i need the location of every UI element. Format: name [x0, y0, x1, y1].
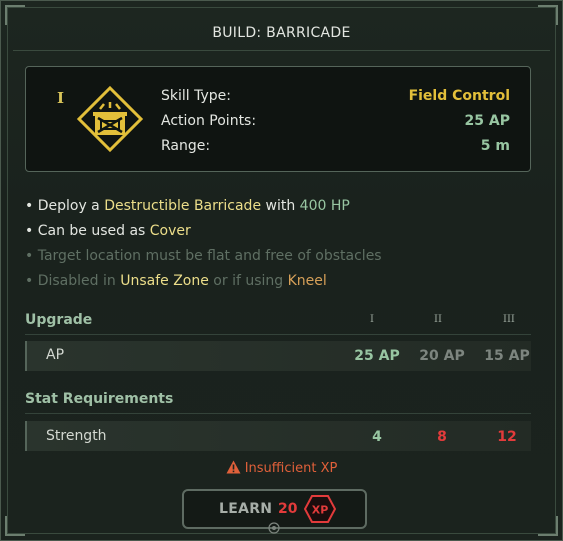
upgrade-heading: Upgrade [25, 312, 93, 328]
xp-badge-text: XP [312, 504, 329, 517]
level-1-header: I [370, 314, 374, 325]
strength-level-2-value: 8 [437, 429, 447, 445]
frame-corner [5, 5, 25, 25]
scroll-indicator-icon [268, 522, 280, 534]
strength-level-3-value: 12 [497, 429, 517, 445]
skill-tooltip-panel: BUILD: BARRICADE I Skill Type: Field Con… [0, 0, 563, 541]
xp-icon: XP [304, 495, 336, 523]
action-points-value: 25 AP [464, 113, 510, 129]
skill-type-label: Skill Type: [161, 88, 231, 104]
description-line: • Can be used as Cover [25, 223, 191, 239]
title-divider [13, 50, 550, 51]
learn-xp-cost: 20 [278, 501, 298, 517]
insufficient-xp-warning: Insufficient XP [1, 460, 562, 476]
frame-corner [5, 516, 25, 536]
warning-text: Insufficient XP [244, 461, 338, 476]
frame-corner [538, 5, 558, 25]
ap-level-1-value: 25 AP [354, 348, 400, 364]
level-3-header: III [503, 314, 515, 325]
ap-row-label: AP [46, 347, 65, 363]
barricade-icon [76, 85, 144, 153]
panel-title: BUILD: BARRICADE [212, 25, 351, 41]
description-line: • Deploy a Destructible Barricade with 4… [25, 198, 350, 214]
keyword-barricade: Destructible Barricade [104, 198, 262, 214]
strength-row-label: Strength [46, 428, 107, 444]
keyword-hp: 400 HP [299, 198, 350, 214]
stat-requirements-heading: Stat Requirements [25, 391, 174, 407]
frame-corner [538, 516, 558, 536]
description-line-disabled: • Disabled in Unsafe Zone or if using Kn… [25, 273, 327, 289]
level-2-header: II [434, 314, 442, 325]
skill-rank: I [57, 89, 65, 107]
keyword-kneel: Kneel [287, 273, 327, 289]
ap-level-3-value: 15 AP [484, 348, 530, 364]
keyword-cover: Cover [149, 223, 191, 239]
range-value: 5 m [480, 138, 510, 154]
warning-icon [226, 460, 241, 474]
section-divider [25, 413, 531, 414]
action-points-label: Action Points: [161, 113, 257, 129]
skill-type-value: Field Control [408, 88, 510, 104]
strength-level-1-value: 4 [372, 429, 382, 445]
section-divider [25, 334, 531, 335]
ap-level-2-value: 20 AP [419, 348, 465, 364]
keyword-unsafe-zone: Unsafe Zone [120, 273, 209, 289]
learn-button-label: LEARN [219, 501, 273, 517]
range-label: Range: [161, 138, 211, 154]
description-line-disabled: • Target location must be flat and free … [25, 248, 382, 264]
